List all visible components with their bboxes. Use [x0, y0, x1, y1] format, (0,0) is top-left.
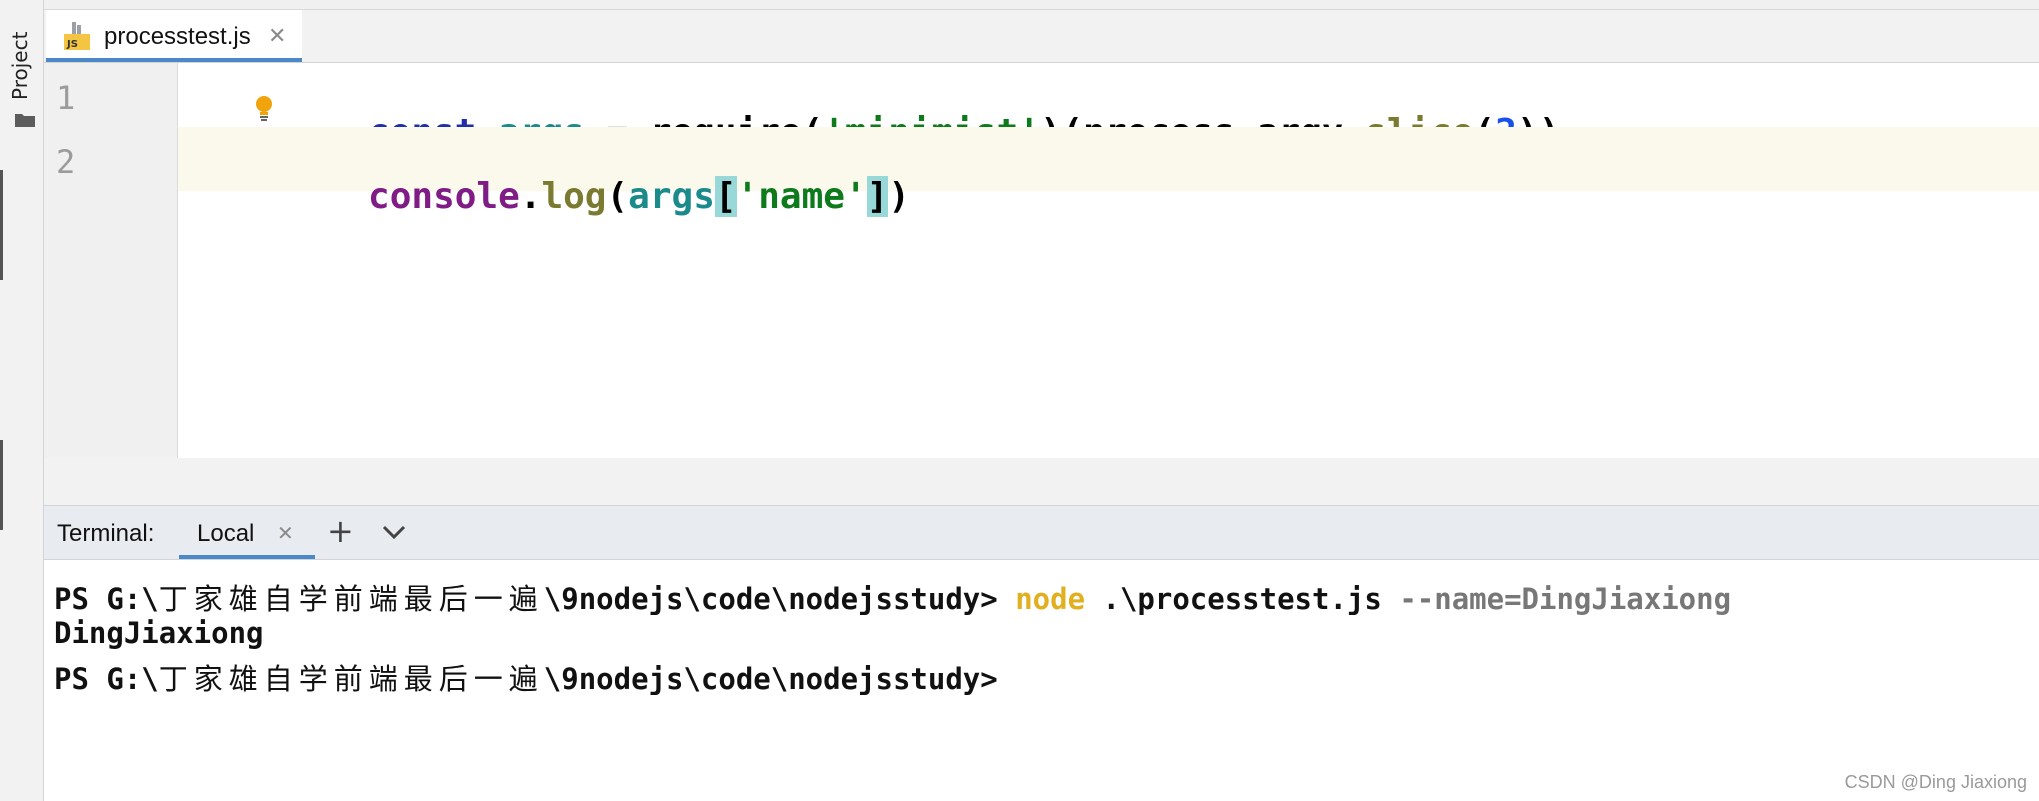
strip-marker: [0, 440, 3, 530]
tab-label: Local: [197, 520, 255, 547]
folder-icon[interactable]: [14, 112, 36, 128]
paren-token: ): [888, 176, 910, 217]
code-line-current[interactable]: console.log(args['name']): [178, 127, 2039, 217]
object-token: console: [368, 176, 520, 217]
command-arg: .\processtest.js: [1085, 582, 1400, 616]
svg-text:JS: JS: [66, 39, 78, 50]
tab-local[interactable]: Local ✕: [179, 506, 315, 559]
tab-label: processtest.js: [104, 23, 251, 50]
prompt-path: \9nodejs\code\nodejsstudy>: [543, 582, 1016, 616]
new-terminal-button[interactable]: +: [327, 512, 354, 550]
line-number: 2: [56, 143, 76, 181]
panel-splitter[interactable]: [44, 458, 2039, 506]
terminal-line: PS G:\丁家雄自学前端最后一遍\9nodejs\code\nodejsstu…: [54, 656, 998, 698]
watermark: CSDN @Ding Jiaxiong: [1844, 772, 2027, 792]
string-token: 'name': [736, 176, 867, 217]
paren-token: (: [606, 176, 629, 217]
line-number: 1: [56, 79, 76, 117]
terminal-header: Terminal: Local ✕ +: [44, 506, 2039, 560]
bracket-match-highlight: [: [714, 176, 737, 217]
variable-token: args: [628, 176, 715, 217]
project-tool-strip: Project: [0, 0, 44, 801]
editor-tab-bar: JS processtest.js ✕: [44, 10, 2039, 63]
bracket-match-highlight: ]: [866, 176, 889, 217]
command-flag: --name=DingJiaxiong: [1399, 582, 1732, 616]
line-number-gutter: 1 2: [44, 63, 178, 458]
terminal-line: PS G:\丁家雄自学前端最后一遍\9nodejs\code\nodejsstu…: [54, 576, 1731, 618]
command-text: node: [1015, 582, 1086, 616]
prompt-text: PS G:\: [54, 662, 159, 696]
close-icon[interactable]: ✕: [277, 521, 294, 545]
lightbulb-icon[interactable]: [254, 95, 274, 123]
prompt-path-cjk: 丁家雄自学前端最后一遍: [158, 582, 544, 616]
terminal-line: DingJiaxiong: [54, 616, 264, 650]
strip-marker: [0, 170, 3, 280]
dot-token: .: [519, 176, 542, 217]
js-file-icon: JS: [64, 22, 90, 50]
project-tool-button[interactable]: Project: [8, 32, 32, 100]
window-top-border: [44, 0, 2039, 10]
prompt-path-cjk: 丁家雄自学前端最后一遍: [158, 662, 544, 696]
close-icon[interactable]: ✕: [268, 24, 286, 49]
terminal-output[interactable]: PS G:\丁家雄自学前端最后一遍\9nodejs\code\nodejsstu…: [44, 560, 2039, 801]
terminal-title: Terminal:: [57, 520, 155, 547]
tab-processtest-js[interactable]: JS processtest.js ✕: [46, 10, 302, 62]
function-token: log: [541, 176, 607, 217]
prompt-text: PS G:\: [54, 582, 159, 616]
prompt-path: \9nodejs\code\nodejsstudy>: [543, 662, 998, 696]
code-editor[interactable]: 1 2 const args = require('minimist')(pro…: [44, 63, 2039, 458]
code-line[interactable]: const args = require('minimist')(process…: [178, 63, 2039, 153]
chevron-down-icon[interactable]: [380, 520, 408, 544]
